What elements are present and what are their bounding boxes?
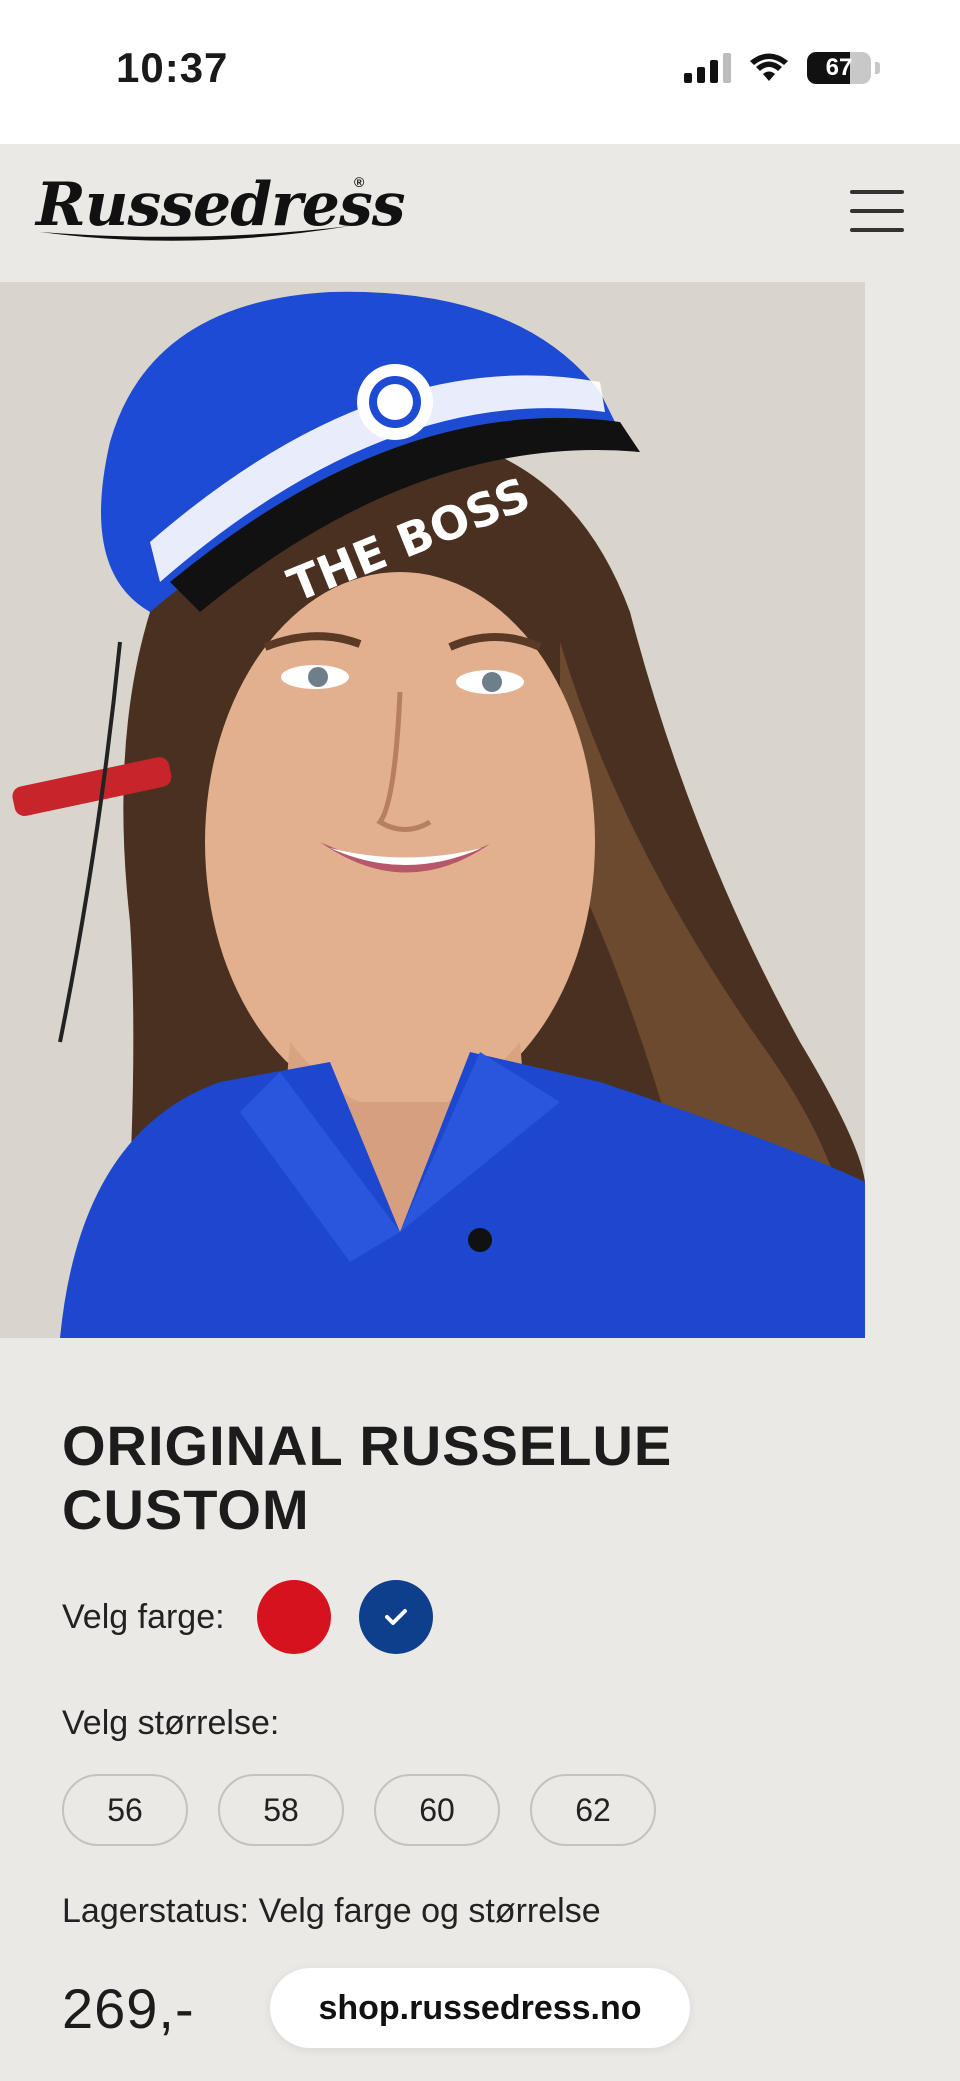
size-button-56[interactable]: 56 <box>62 1774 188 1846</box>
stock-status: Lagerstatus: Velg farge og størrelse <box>62 1892 601 1930</box>
status-icons: 67 <box>684 52 880 84</box>
size-label: Velg størrelse: <box>62 1704 280 1742</box>
battery-tip <box>875 62 880 74</box>
product-image[interactable]: THE BOSS <box>0 282 865 1338</box>
signal-icon <box>684 53 731 83</box>
color-swatch-red[interactable] <box>256 1580 331 1654</box>
size-button-62[interactable]: 62 <box>530 1774 656 1846</box>
battery-level: 67 <box>825 54 853 81</box>
hamburger-menu-icon[interactable] <box>848 186 908 236</box>
size-button-58[interactable]: 58 <box>218 1774 344 1846</box>
status-bar: 10:37 67 <box>0 0 960 144</box>
carousel-dot-active[interactable] <box>468 1228 492 1252</box>
color-label: Velg farge: <box>62 1597 225 1636</box>
product-price: 269,- <box>62 1977 195 2040</box>
product-photo: THE BOSS <box>0 282 865 1338</box>
battery-icon: 67 <box>807 52 871 84</box>
size-selector: 56 58 60 62 <box>62 1774 656 1846</box>
status-time: 10:37 <box>116 44 229 91</box>
color-swatch-blue[interactable] <box>358 1580 433 1654</box>
logo-swoosh <box>40 226 350 241</box>
checkmark-icon <box>384 1609 407 1625</box>
site-header: Russedress ® <box>0 144 960 282</box>
size-button-60[interactable]: 60 <box>374 1774 500 1846</box>
product-title: ORIGINAL RUSSELUE CUSTOM <box>62 1414 673 1541</box>
color-selector: Velg farge: <box>62 1580 461 1654</box>
wifi-icon <box>750 53 788 81</box>
logo-registered-mark: ® <box>354 174 365 190</box>
browser-url-bar[interactable]: shop.russedress.no <box>270 1968 690 2048</box>
